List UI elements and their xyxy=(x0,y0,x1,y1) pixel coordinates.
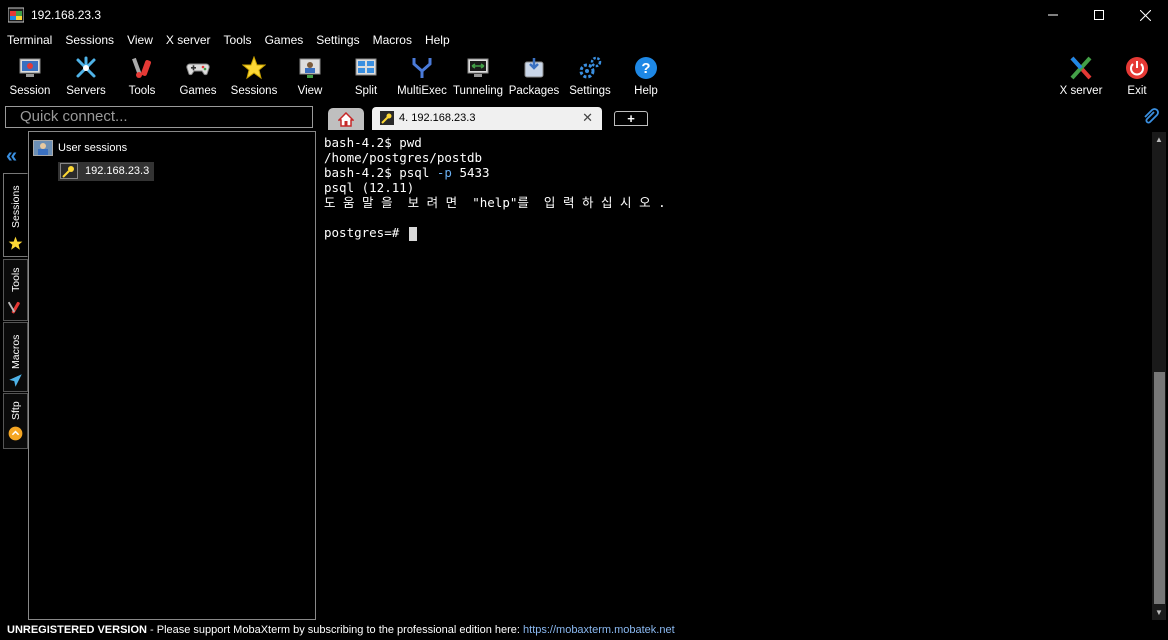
maximize-icon xyxy=(1094,10,1104,20)
power-icon xyxy=(1124,55,1150,81)
settings-button[interactable]: Settings xyxy=(562,52,618,100)
session-icon xyxy=(17,55,43,81)
menu-terminal[interactable]: Terminal xyxy=(0,31,58,51)
split-icon xyxy=(353,55,379,81)
user-sessions-folder[interactable]: User sessions xyxy=(58,142,127,154)
side-tab-macros[interactable]: Macros xyxy=(3,322,28,392)
multiexec-icon xyxy=(409,55,435,81)
sessions-button[interactable]: Sessions xyxy=(226,52,282,100)
status-message: - Please support MobaXterm by subscribin… xyxy=(146,624,524,636)
new-tab-button[interactable]: + xyxy=(614,111,648,126)
close-icon xyxy=(1139,9,1151,21)
terminal-line: /home/postgres/postdb xyxy=(324,150,483,165)
user-sessions-icon xyxy=(33,140,53,156)
tunneling-icon xyxy=(465,55,491,81)
toolbar: Session Servers Tools Games Sessions Vie… xyxy=(0,52,1168,102)
help-button[interactable]: ? Help xyxy=(618,52,674,100)
session-tab[interactable]: 4. 192.168.23.3 ✕ xyxy=(372,107,602,130)
star-icon xyxy=(241,55,267,81)
mobaxterm-app-icon xyxy=(8,7,24,23)
maximize-button[interactable] xyxy=(1076,0,1122,30)
tunneling-button[interactable]: Tunneling xyxy=(450,52,506,100)
menu-help[interactable]: Help xyxy=(418,31,456,51)
scrollbar-thumb[interactable] xyxy=(1154,372,1165,604)
collapse-sidebar-icon[interactable]: « xyxy=(6,145,17,168)
split-button[interactable]: Split xyxy=(338,52,394,100)
menu-macros[interactable]: Macros xyxy=(366,31,418,51)
scroll-up-arrow-icon[interactable]: ▲ xyxy=(1155,135,1163,144)
terminal-prompt-line: postgres=# xyxy=(324,225,417,241)
key-icon xyxy=(380,111,394,125)
title-bar: 192.168.23.3 xyxy=(0,0,1168,30)
multiexec-button[interactable]: MultiExec xyxy=(394,52,450,100)
menu-sessions[interactable]: Sessions xyxy=(58,31,120,51)
svg-text:?: ? xyxy=(641,60,650,77)
unregistered-label: UNREGISTERED VERSION xyxy=(7,624,147,636)
gamepad-icon xyxy=(185,55,211,81)
x-server-button[interactable]: X server xyxy=(1053,52,1109,100)
games-button[interactable]: Games xyxy=(170,52,226,100)
quick-connect-input[interactable]: Quick connect... xyxy=(5,106,313,128)
terminal-area[interactable]: bash-4.2$ pwd /home/postgres/postdb bash… xyxy=(320,132,1152,622)
close-button[interactable] xyxy=(1122,0,1168,30)
side-tab-sessions[interactable]: Sessions xyxy=(3,173,28,257)
view-button[interactable]: View xyxy=(282,52,338,100)
terminal-cursor xyxy=(408,226,417,241)
side-tab-tools[interactable]: Tools xyxy=(3,259,28,321)
tab-bar: 4. 192.168.23.3 ✕ + xyxy=(318,104,1168,130)
paperclip-icon[interactable] xyxy=(1142,108,1160,126)
view-icon xyxy=(297,55,323,81)
terminal-line: 도 움 말 을 보 려 면 "help"를 입 력 하 십 시 오 . xyxy=(324,195,666,210)
packages-button[interactable]: Packages xyxy=(506,52,562,100)
status-bar: UNREGISTERED VERSION - Please support Mo… xyxy=(0,621,1168,640)
menu-x-server[interactable]: X server xyxy=(159,31,217,51)
packages-icon xyxy=(521,55,547,81)
sftp-icon xyxy=(8,426,23,441)
menu-bar: Terminal Sessions View X server Tools Ga… xyxy=(0,31,456,51)
paper-plane-icon xyxy=(9,374,22,387)
x-server-icon xyxy=(1068,55,1094,81)
menu-view[interactable]: View xyxy=(120,31,159,51)
servers-icon xyxy=(73,55,99,81)
side-tab-sftp[interactable]: Sftp xyxy=(3,393,28,449)
session-tab-label: 4. 192.168.23.3 xyxy=(399,112,476,124)
scroll-down-arrow-icon[interactable]: ▼ xyxy=(1155,608,1163,617)
side-tab-strip: « Sessions Tools Macros Sftp xyxy=(3,131,28,451)
tools-button[interactable]: Tools xyxy=(114,52,170,100)
saved-session-label: 192.168.23.3 xyxy=(85,165,150,177)
menu-games[interactable]: Games xyxy=(258,31,310,51)
menu-tools[interactable]: Tools xyxy=(217,31,258,51)
exit-button[interactable]: Exit xyxy=(1109,52,1165,100)
session-button[interactable]: Session xyxy=(2,52,58,100)
terminal-scrollbar[interactable]: ▲ ▼ xyxy=(1152,132,1166,620)
mobatek-link[interactable]: https://mobaxterm.mobatek.net xyxy=(523,624,675,636)
minimize-button[interactable] xyxy=(1030,0,1076,30)
menu-settings[interactable]: Settings xyxy=(309,31,365,51)
help-icon: ? xyxy=(633,55,659,81)
tools-icon xyxy=(8,301,20,314)
terminal-line: bash-4.2$ pwd xyxy=(324,135,422,150)
tab-close-icon[interactable]: ✕ xyxy=(582,110,593,126)
terminal-line: bash-4.2$ psql -p 5433 xyxy=(324,165,490,180)
window-title: 192.168.23.3 xyxy=(31,8,102,22)
gear-icon xyxy=(577,55,603,81)
home-icon xyxy=(338,111,354,127)
home-tab[interactable] xyxy=(328,108,364,130)
saved-session-item[interactable]: 192.168.23.3 xyxy=(58,162,154,181)
terminal-line: psql (12.11) xyxy=(324,180,415,195)
servers-button[interactable]: Servers xyxy=(58,52,114,100)
sessions-panel: User sessions 192.168.23.3 xyxy=(28,131,316,620)
star-icon xyxy=(8,236,23,250)
minimize-icon xyxy=(1048,14,1058,16)
tools-icon xyxy=(129,55,155,81)
key-icon xyxy=(60,163,78,179)
